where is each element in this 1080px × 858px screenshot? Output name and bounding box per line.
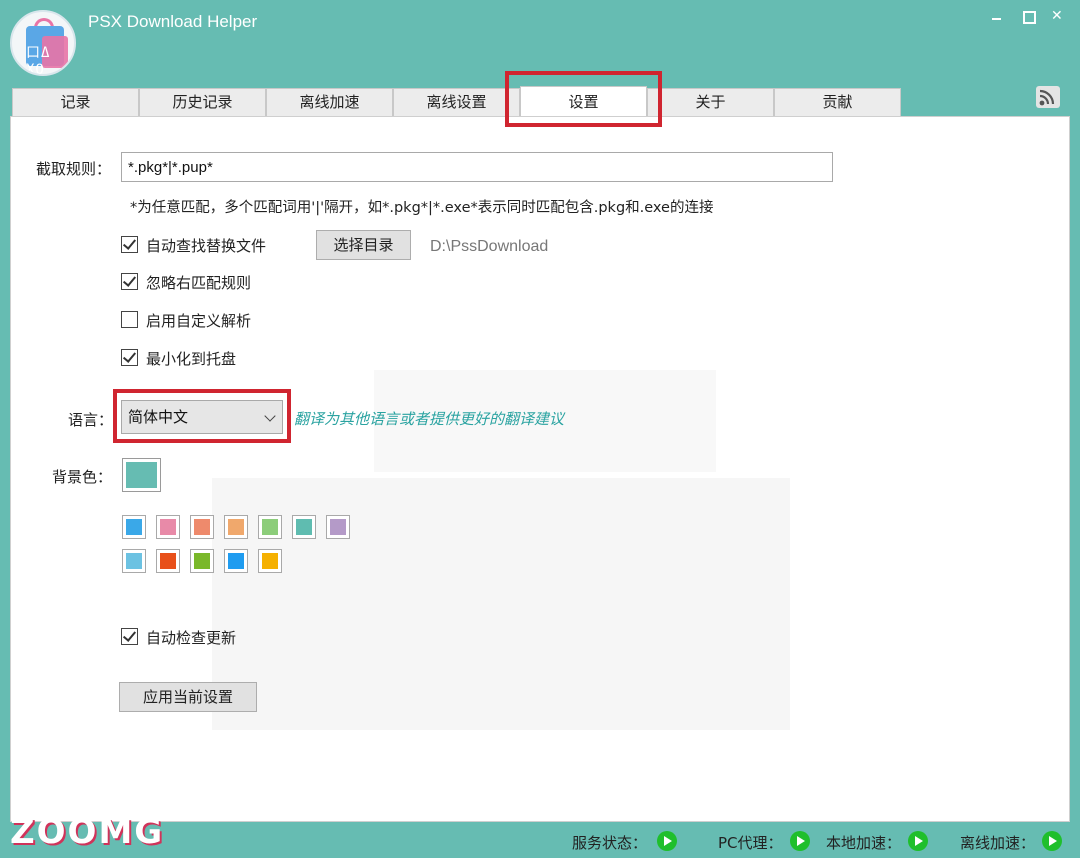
language-label: 语言：	[68, 411, 114, 429]
local-accel-label: 本地加速：	[826, 834, 902, 852]
settings-tab-highlight-box	[505, 71, 662, 127]
color-swatch-fill	[194, 553, 210, 569]
pc-proxy-play-icon[interactable]	[790, 831, 810, 851]
choose-directory-button[interactable]: 选择目录	[316, 230, 411, 260]
translate-link[interactable]: 翻译为其他语言或者提供更好的翻译建议	[294, 408, 564, 429]
tab-offline-settings[interactable]: 离线设置	[393, 88, 520, 116]
tab-contribute[interactable]: 贡献	[774, 88, 901, 116]
service-status-play-icon[interactable]	[657, 831, 677, 851]
color-swatch[interactable]	[258, 515, 282, 539]
maximize-button[interactable]	[1018, 6, 1038, 26]
color-swatch-fill	[160, 519, 176, 535]
bg-color-current-fill	[126, 462, 157, 488]
color-swatch-fill	[126, 553, 142, 569]
minimize-tray-label: 最小化到托盘	[146, 350, 237, 368]
tab-bar: 记录 历史记录 离线加速 离线设置 设置 关于 贡献	[12, 86, 901, 116]
bg-color-current[interactable]	[122, 458, 161, 492]
color-swatch[interactable]	[122, 549, 146, 573]
color-swatch[interactable]	[224, 549, 248, 573]
color-swatch-fill	[330, 519, 346, 535]
minimize-tray-checkbox[interactable]	[121, 349, 138, 366]
color-swatch-fill	[160, 553, 176, 569]
color-swatch[interactable]	[326, 515, 350, 539]
rule-label: 截取规则：	[36, 160, 112, 178]
auto-update-label: 自动检查更新	[146, 629, 237, 647]
tab-offline-accel[interactable]: 离线加速	[266, 88, 393, 116]
color-swatch-fill	[228, 519, 244, 535]
app-logo: 口Δ XO	[10, 10, 76, 76]
color-swatch[interactable]	[258, 549, 282, 573]
color-swatch[interactable]	[190, 515, 214, 539]
app-title: PSX Download Helper	[88, 12, 258, 31]
directory-path: D:\PssDownload	[430, 238, 549, 255]
ignore-right-checkbox[interactable]	[121, 273, 138, 290]
color-swatch[interactable]	[190, 549, 214, 573]
close-button[interactable]	[1048, 6, 1068, 26]
color-swatch-fill	[194, 519, 210, 535]
local-accel-play-icon[interactable]	[908, 831, 928, 851]
tab-about[interactable]: 关于	[647, 88, 774, 116]
bg-color-label: 背景色：	[52, 468, 113, 486]
rss-icon[interactable]	[1036, 86, 1060, 108]
custom-parse-checkbox[interactable]	[121, 311, 138, 328]
custom-parse-label: 启用自定义解析	[146, 312, 252, 330]
color-swatch-fill	[228, 553, 244, 569]
color-swatch-fill	[126, 519, 142, 535]
color-swatch-fill	[296, 519, 312, 535]
ignore-right-label: 忽略右匹配规则	[146, 274, 252, 292]
color-swatch[interactable]	[156, 515, 180, 539]
language-highlight-box	[113, 389, 291, 443]
rule-input[interactable]	[121, 152, 833, 182]
color-swatch[interactable]	[156, 549, 180, 573]
auto-find-checkbox[interactable]	[121, 236, 138, 253]
color-swatch[interactable]	[224, 515, 248, 539]
auto-update-checkbox[interactable]	[121, 628, 138, 645]
color-swatch[interactable]	[292, 515, 316, 539]
tab-history[interactable]: 历史记录	[139, 88, 266, 116]
rule-hint: *为任意匹配，多个匹配词用'|'隔开，如*.pkg*|*.exe*表示同时匹配包…	[130, 200, 714, 216]
watermark-logo: ZOOMG	[10, 812, 165, 852]
minimize-button[interactable]	[986, 6, 1006, 26]
auto-find-label: 自动查找替换文件	[146, 237, 267, 255]
logo-glyphs: 口Δ XO	[26, 45, 51, 76]
color-swatch-fill	[262, 553, 278, 569]
apply-settings-button[interactable]: 应用当前设置	[119, 682, 257, 712]
tab-records[interactable]: 记录	[12, 88, 139, 116]
offline-accel-play-icon[interactable]	[1042, 831, 1062, 851]
color-swatch[interactable]	[122, 515, 146, 539]
offline-accel-label: 离线加速：	[960, 834, 1036, 852]
pc-proxy-label: PC代理：	[718, 834, 783, 852]
service-status-label: 服务状态：	[572, 834, 648, 852]
color-swatch-fill	[262, 519, 278, 535]
